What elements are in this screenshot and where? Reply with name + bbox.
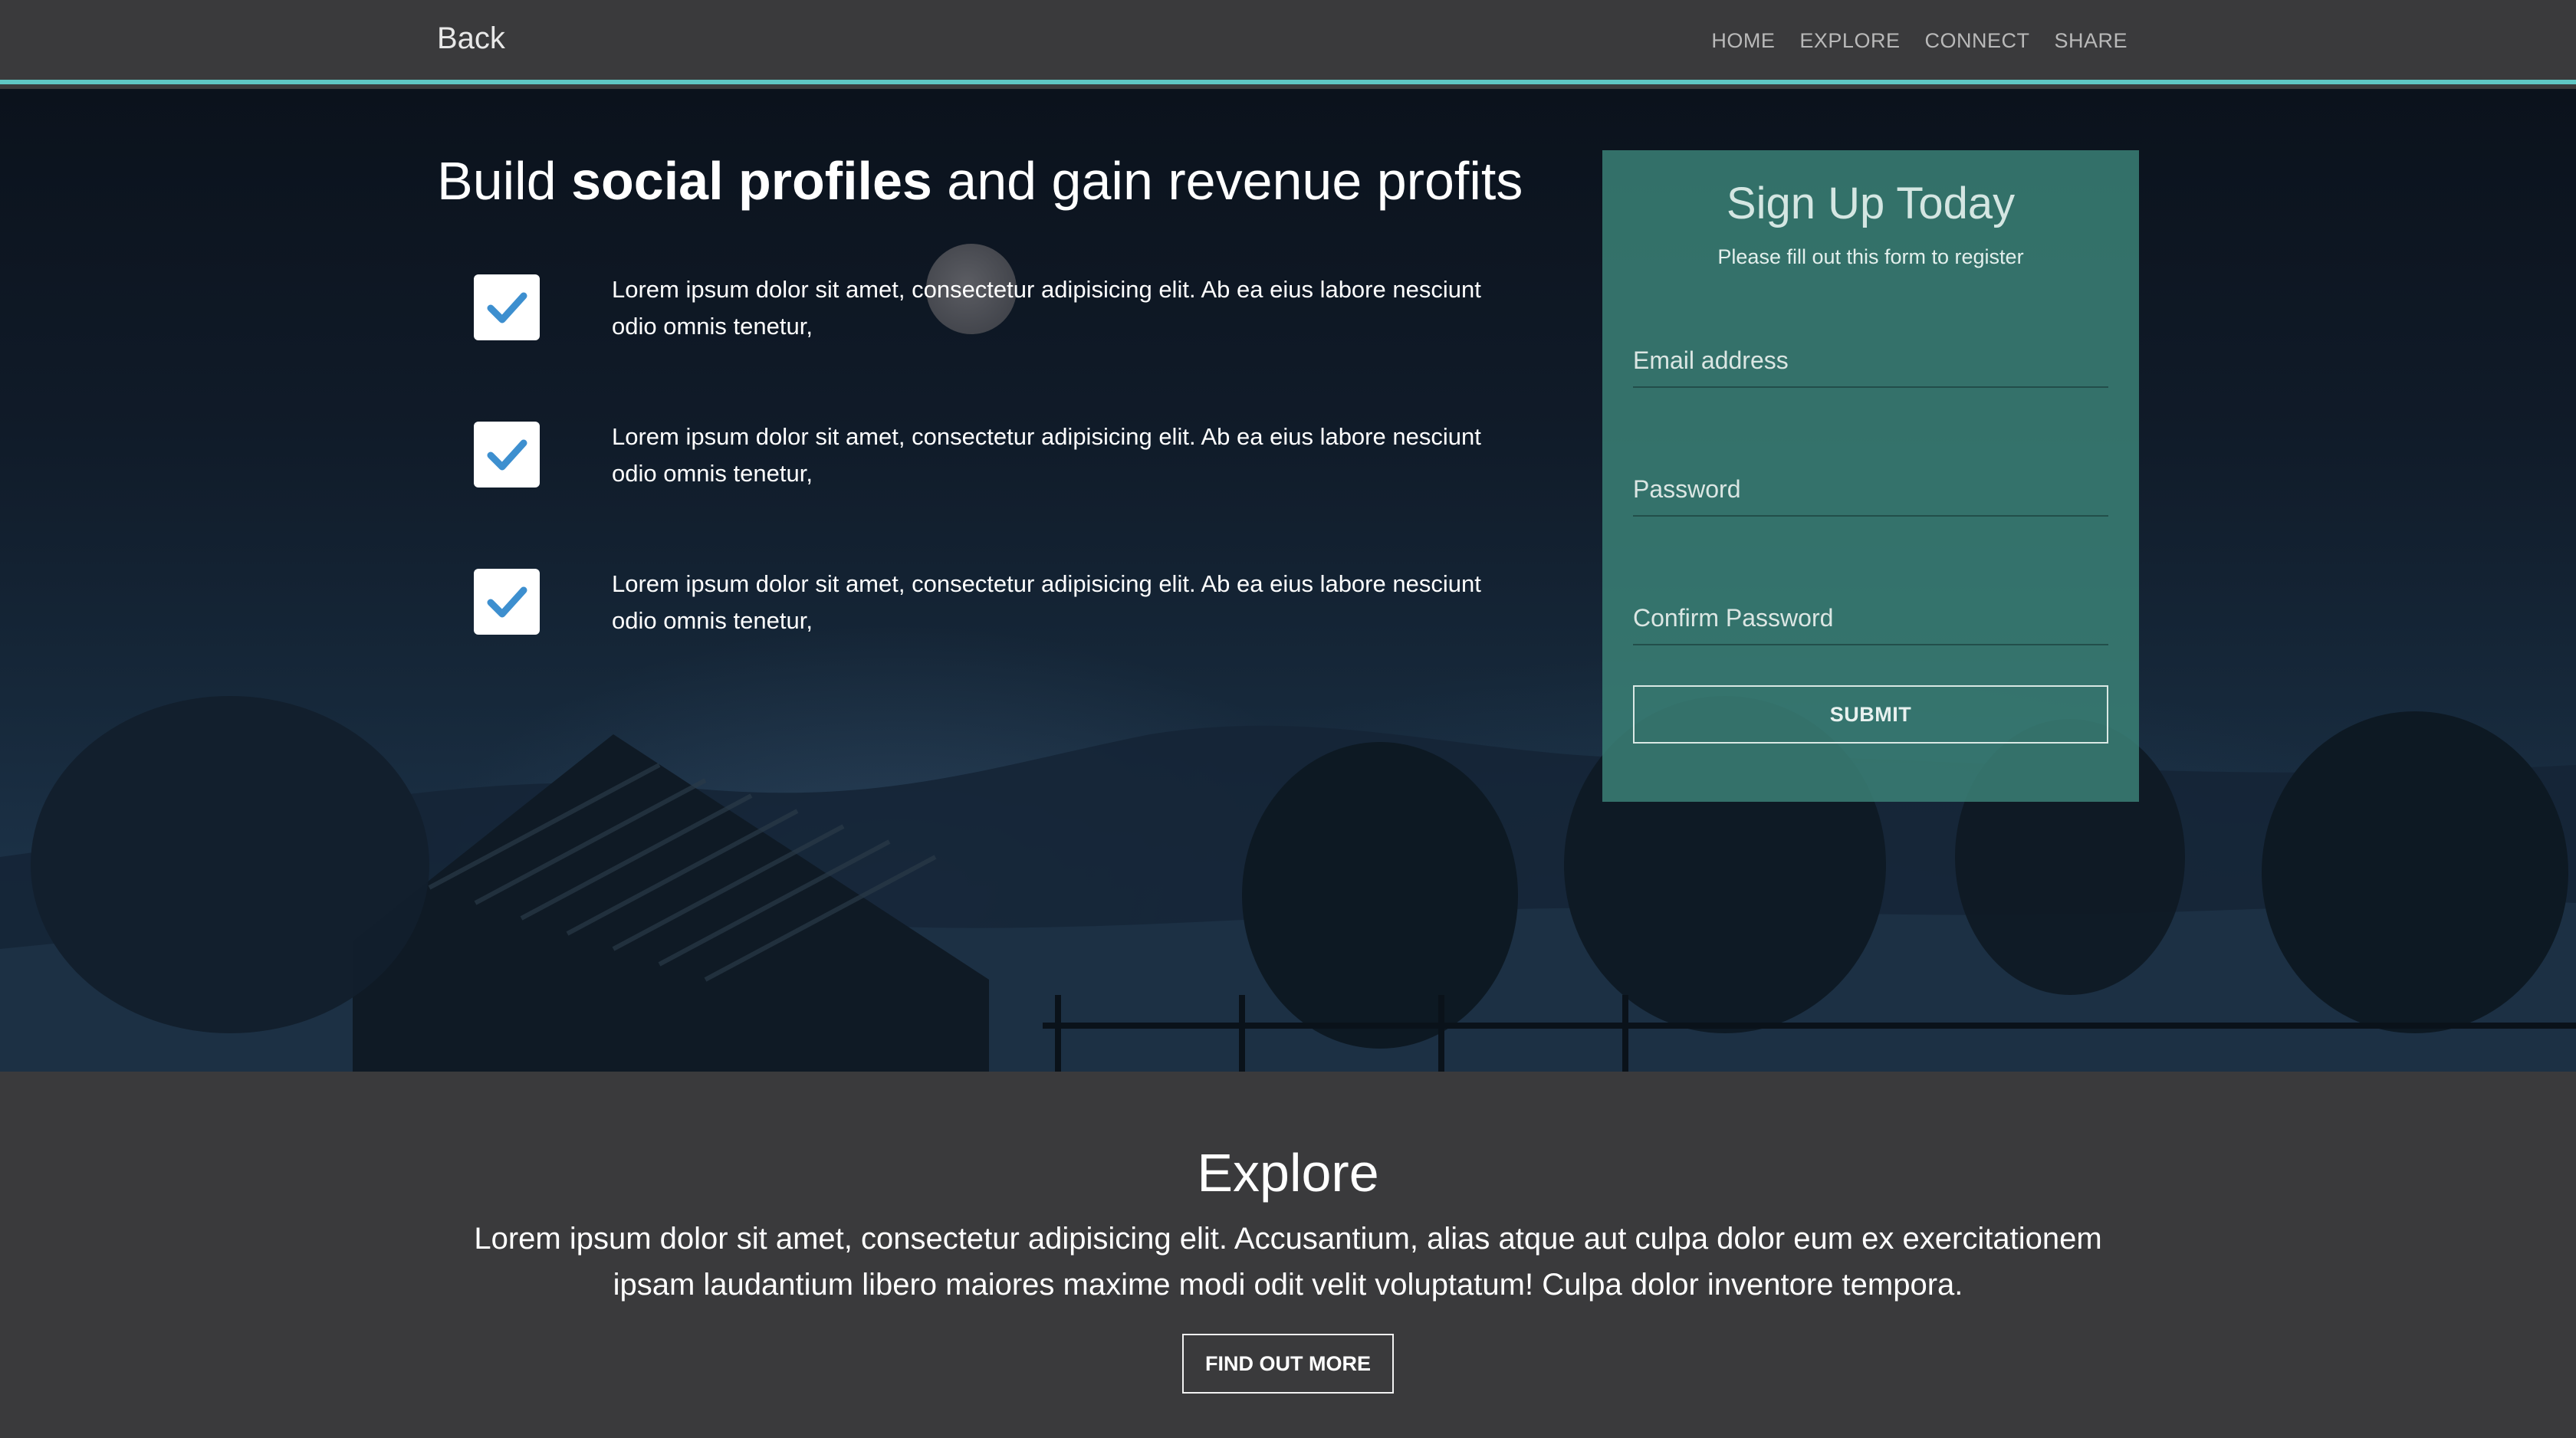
nav-link-connect[interactable]: CONNECT [1924, 29, 2029, 53]
submit-button[interactable]: SUBMIT [1633, 685, 2108, 744]
feature-text: Lorem ipsum dolor sit amet, consectetur … [612, 423, 1481, 487]
explore-title: Explore [1197, 1143, 1379, 1203]
checkbox-checked-icon [474, 422, 540, 488]
feature-text: Lorem ipsum dolor sit amet, consectetur … [612, 570, 1481, 634]
feature-item: Lorem ipsum dolor sit amet, consectetur … [437, 409, 1526, 556]
feature-list: Lorem ipsum dolor sit amet, consectetur … [437, 262, 1526, 704]
checkbox-checked-icon [474, 569, 540, 635]
checkbox-checked-icon [474, 274, 540, 340]
nav-link-home[interactable]: HOME [1711, 29, 1775, 53]
nav-link-share[interactable]: SHARE [2054, 29, 2128, 53]
nav-links: HOME EXPLORE CONNECT SHARE [1711, 29, 2128, 53]
hero-title: Build social profiles and gain revenue p… [437, 151, 1523, 211]
signup-form-card: Sign Up Today Please fill out this form … [1602, 150, 2139, 802]
hero-title-bold: social profiles [571, 151, 932, 211]
nav-link-explore[interactable]: EXPLORE [1799, 29, 1900, 53]
confirm-password-field[interactable] [1633, 592, 2108, 644]
hero-section: Build social profiles and gain revenue p… [0, 89, 2576, 1072]
find-out-more-button[interactable]: FIND OUT MORE [1182, 1334, 1394, 1394]
explore-text: Lorem ipsum dolor sit amet, consectetur … [474, 1222, 2102, 1302]
password-field-wrapper [1633, 463, 2108, 517]
explore-section: Explore Lorem ipsum dolor sit amet, cons… [0, 1072, 2576, 1438]
brand-back-link[interactable]: Back [437, 21, 505, 56]
signup-subtitle: Please fill out this form to register [1717, 245, 2024, 268]
email-field-wrapper [1633, 334, 2108, 388]
confirm-password-field-wrapper [1633, 592, 2108, 645]
feature-item: Lorem ipsum dolor sit amet, consectetur … [437, 556, 1526, 704]
feature-item: Lorem ipsum dolor sit amet, consectetur … [437, 262, 1526, 409]
email-field[interactable] [1633, 334, 2108, 386]
password-field[interactable] [1633, 463, 2108, 515]
navbar: Back HOME EXPLORE CONNECT SHARE [0, 0, 2576, 84]
feature-text: Lorem ipsum dolor sit amet, consectetur … [612, 276, 1481, 340]
signup-title: Sign Up Today [1726, 179, 2016, 228]
